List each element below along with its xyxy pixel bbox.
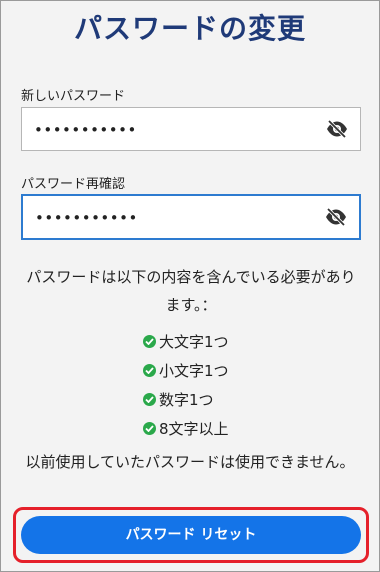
confirm-password-label: パスワード再確認 (21, 177, 126, 192)
eye-off-icon[interactable] (325, 207, 347, 227)
requirement-label: 8文字以上 (159, 420, 229, 438)
new-password-field[interactable]: ••••••••••• (21, 107, 361, 151)
confirm-password-value: ••••••••••• (35, 209, 138, 227)
requirement-label: 小文字1つ (159, 362, 229, 380)
requirement-label: 数字1つ (159, 391, 214, 409)
page-title: パスワードの変更 (73, 12, 306, 45)
requirement-label: 大文字1つ (159, 333, 229, 351)
new-password-value: ••••••••••• (34, 121, 137, 139)
check-icon (143, 335, 156, 348)
new-password-label: 新しいパスワード (21, 89, 126, 104)
check-icon (143, 393, 156, 406)
check-icon (143, 422, 156, 435)
password-reset-button[interactable]: パスワード リセット (21, 516, 361, 554)
confirm-password-field[interactable]: ••••••••••• (21, 194, 361, 240)
check-icon (143, 364, 156, 377)
requirements-intro: パスワードは以下の内容を含んでいる必要があります。： (26, 268, 356, 314)
eye-off-icon[interactable] (326, 119, 348, 139)
password-change-panel: パスワードの変更 新しいパスワード ••••••••••• パスワード再確認 •… (0, 0, 380, 572)
password-reuse-note: 以前使用していたパスワードは使用できません。 (25, 453, 355, 471)
